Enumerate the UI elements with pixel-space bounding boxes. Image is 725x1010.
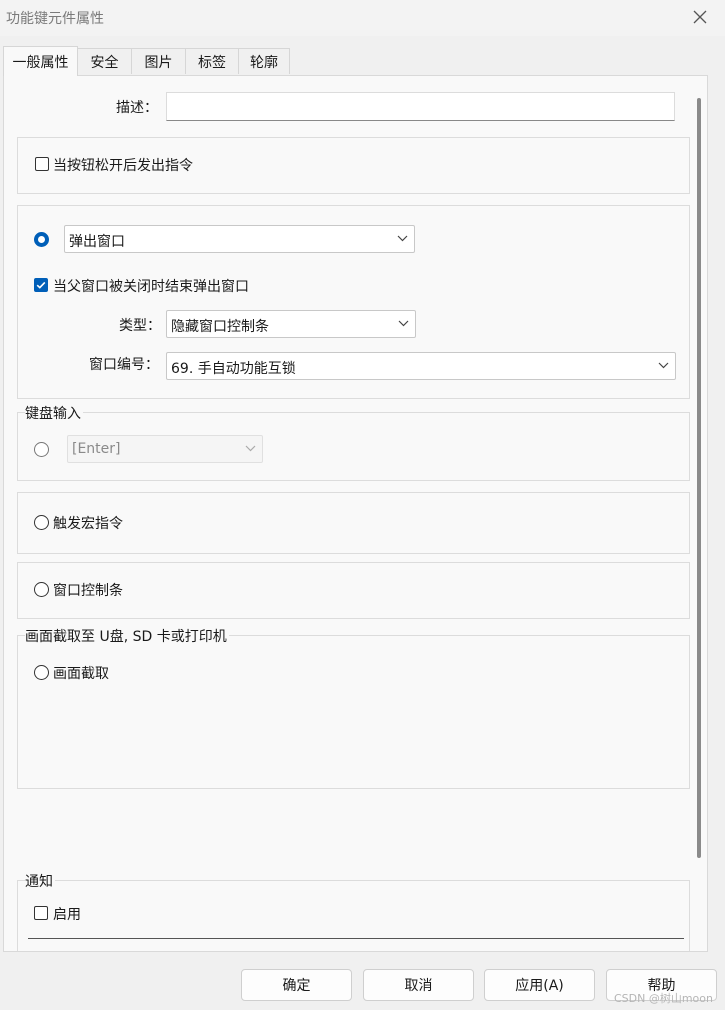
- notify-enable-label: 启用: [53, 907, 81, 923]
- screen-capture-group: 画面截取: [17, 635, 690, 789]
- type-select[interactable]: 隐藏窗口控制条: [166, 310, 416, 338]
- keyboard-input-group: [Enter]: [17, 412, 690, 481]
- tab-label: 图片: [144, 54, 173, 71]
- tab-general[interactable]: 一般属性: [3, 46, 78, 76]
- screen-capture-group-label: 画面截取至 U盘, SD 卡或打印机: [25, 626, 229, 646]
- chevron-down-icon: [658, 362, 669, 369]
- ok-button-label: 确定: [282, 978, 311, 994]
- watermark: CSDN @树山moon: [613, 992, 713, 1005]
- type-label: 类型：: [119, 318, 161, 334]
- window-bar-radio[interactable]: [34, 582, 49, 597]
- popup-mode-value: 弹出窗口: [69, 234, 125, 250]
- close-with-parent-label: 当父窗口被关闭时结束弹出窗口: [53, 279, 249, 295]
- general-panel: 描述： 当按钮松开后发出指令 弹出窗口 当父窗口被关闭时结束弹出窗口 类型： 隐…: [3, 75, 708, 952]
- chevron-down-icon: [245, 445, 256, 452]
- chevron-down-icon: [398, 320, 409, 327]
- notify-group-label: 通知: [25, 871, 55, 891]
- notify-group: 启用: [17, 880, 690, 951]
- popup-window-radio[interactable]: [34, 232, 49, 247]
- cancel-button-label: 取消: [404, 978, 433, 994]
- keyboard-key-select[interactable]: [Enter]: [67, 435, 263, 463]
- tab-picture[interactable]: 图片: [131, 48, 186, 74]
- release-command-checkbox[interactable]: [35, 157, 49, 171]
- keyboard-input-group-label: 键盘输入: [25, 403, 83, 423]
- check-icon: [36, 281, 46, 289]
- window-number-value: 69. 手自动功能互锁: [171, 361, 296, 377]
- title-bar: [0, 0, 725, 36]
- description-label: 描述：: [116, 100, 158, 116]
- macro-radio[interactable]: [34, 515, 49, 530]
- tab-label: 一般属性: [12, 54, 69, 71]
- window-number-label: 窗口编号：: [89, 357, 159, 373]
- release-command-group: 当按钮松开后发出指令: [17, 137, 690, 194]
- close-icon[interactable]: [689, 6, 711, 28]
- macro-group: 触发宏指令: [17, 492, 690, 554]
- window-bar-group: 窗口控制条: [17, 562, 690, 619]
- notify-enable-checkbox[interactable]: [34, 906, 48, 920]
- window-bar-label: 窗口控制条: [53, 583, 123, 599]
- type-value: 隐藏窗口控制条: [171, 319, 269, 335]
- vertical-scrollbar[interactable]: [697, 98, 701, 858]
- apply-button-label: 应用(A): [515, 978, 564, 994]
- window-title: 功能键元件属性: [6, 11, 104, 27]
- tab-security[interactable]: 安全: [77, 48, 132, 74]
- description-input[interactable]: [166, 92, 675, 121]
- ok-button[interactable]: 确定: [241, 969, 352, 1001]
- cancel-button[interactable]: 取消: [363, 969, 474, 1001]
- screen-capture-radio[interactable]: [34, 665, 49, 680]
- release-command-label: 当按钮松开后发出指令: [53, 158, 193, 174]
- macro-label: 触发宏指令: [53, 516, 123, 532]
- apply-button[interactable]: 应用(A): [484, 969, 595, 1001]
- tab-label-text[interactable]: 标签: [185, 48, 239, 74]
- popup-window-group: 弹出窗口 当父窗口被关闭时结束弹出窗口 类型： 隐藏窗口控制条 窗口编号： 69…: [17, 205, 690, 399]
- screen-capture-label: 画面截取: [53, 666, 109, 682]
- tab-label: 标签: [198, 54, 226, 71]
- popup-mode-select[interactable]: 弹出窗口: [64, 225, 415, 253]
- tab-label: 安全: [90, 54, 119, 71]
- close-with-parent-checkbox[interactable]: [34, 278, 48, 292]
- keyboard-key-value: [Enter]: [72, 441, 121, 457]
- keyboard-input-radio[interactable]: [34, 442, 49, 457]
- tab-label: 轮廓: [250, 54, 278, 71]
- tab-outline[interactable]: 轮廓: [238, 48, 290, 74]
- divider: [28, 938, 684, 939]
- chevron-down-icon: [397, 235, 408, 242]
- window-number-select[interactable]: 69. 手自动功能互锁: [166, 352, 676, 380]
